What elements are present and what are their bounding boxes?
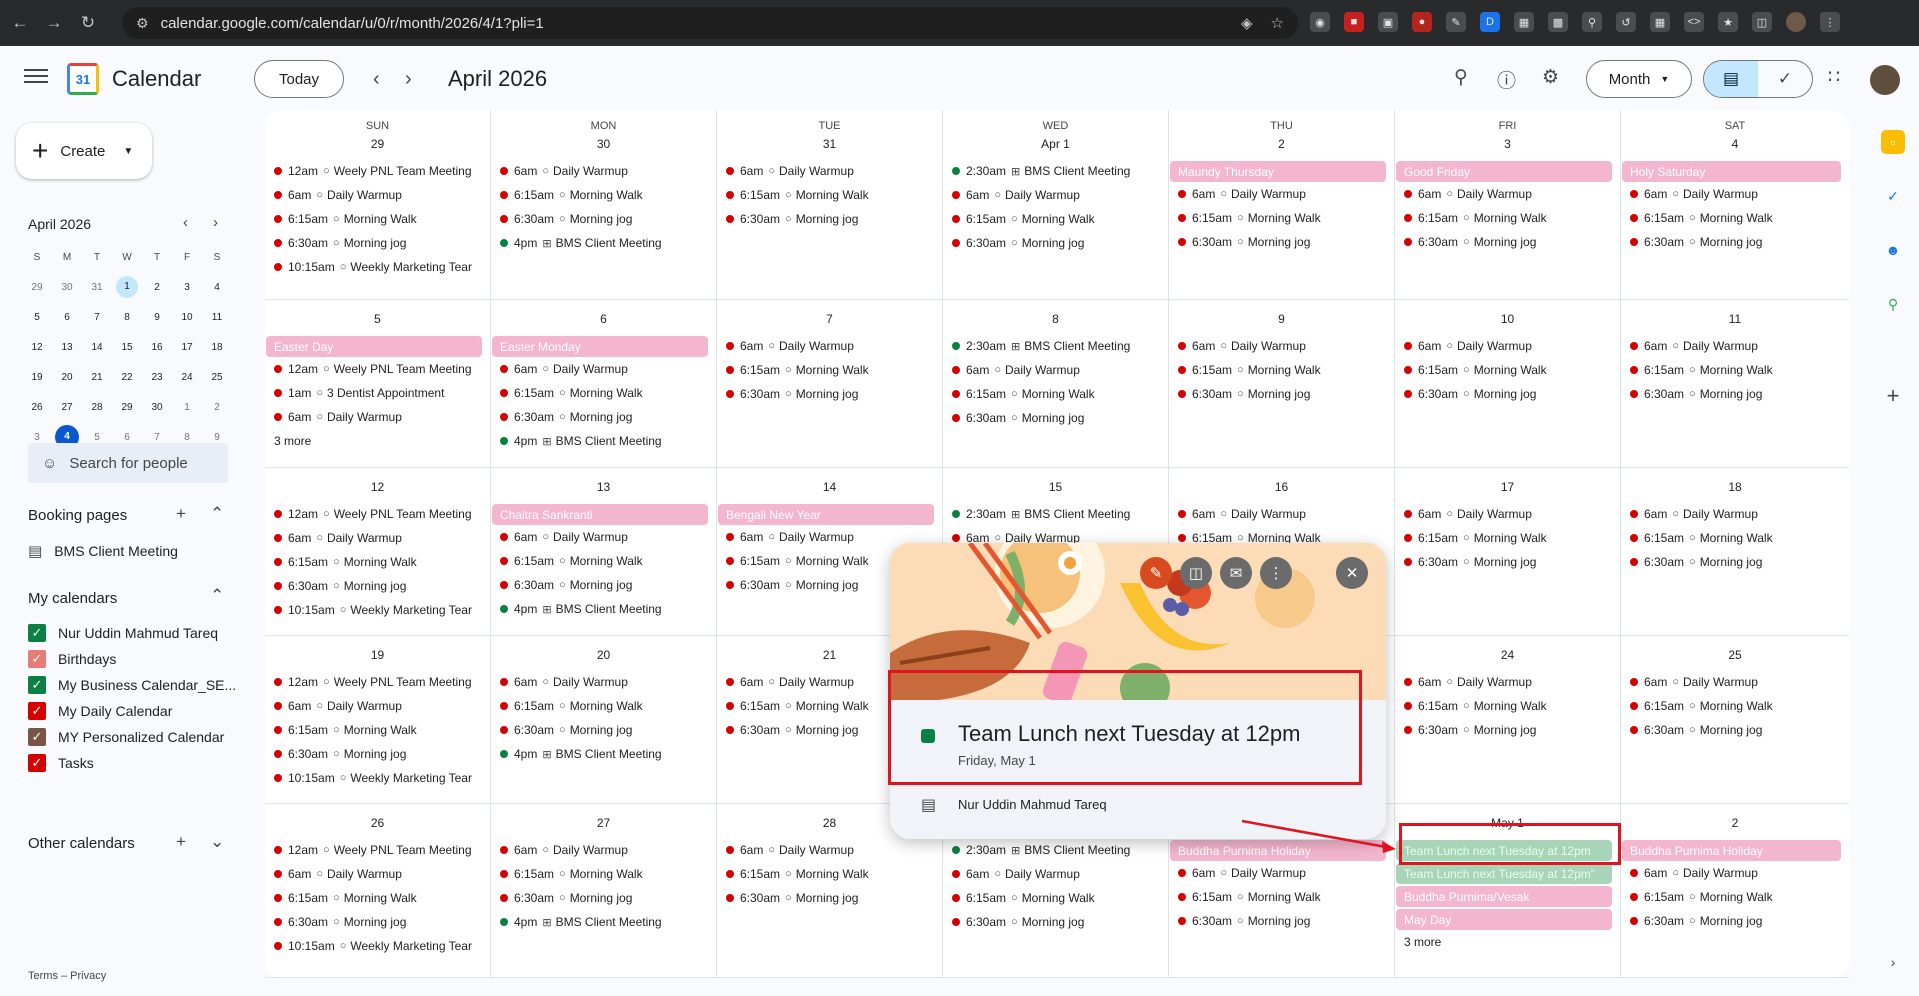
tasks-icon[interactable]: ✓ — [1881, 184, 1905, 208]
side-panel-rail: ▫ ✓ ☻ ⚲ + › — [1868, 110, 1919, 996]
add-addon-icon[interactable]: + — [1881, 383, 1905, 408]
keep-icon[interactable]: ▫ — [1881, 130, 1905, 154]
collapse-panel-icon[interactable]: › — [1881, 950, 1905, 974]
contacts-icon[interactable]: ☻ — [1881, 238, 1905, 262]
maps-icon[interactable]: ⚲ — [1881, 292, 1905, 316]
annotation-arrow — [1241, 819, 1396, 853]
